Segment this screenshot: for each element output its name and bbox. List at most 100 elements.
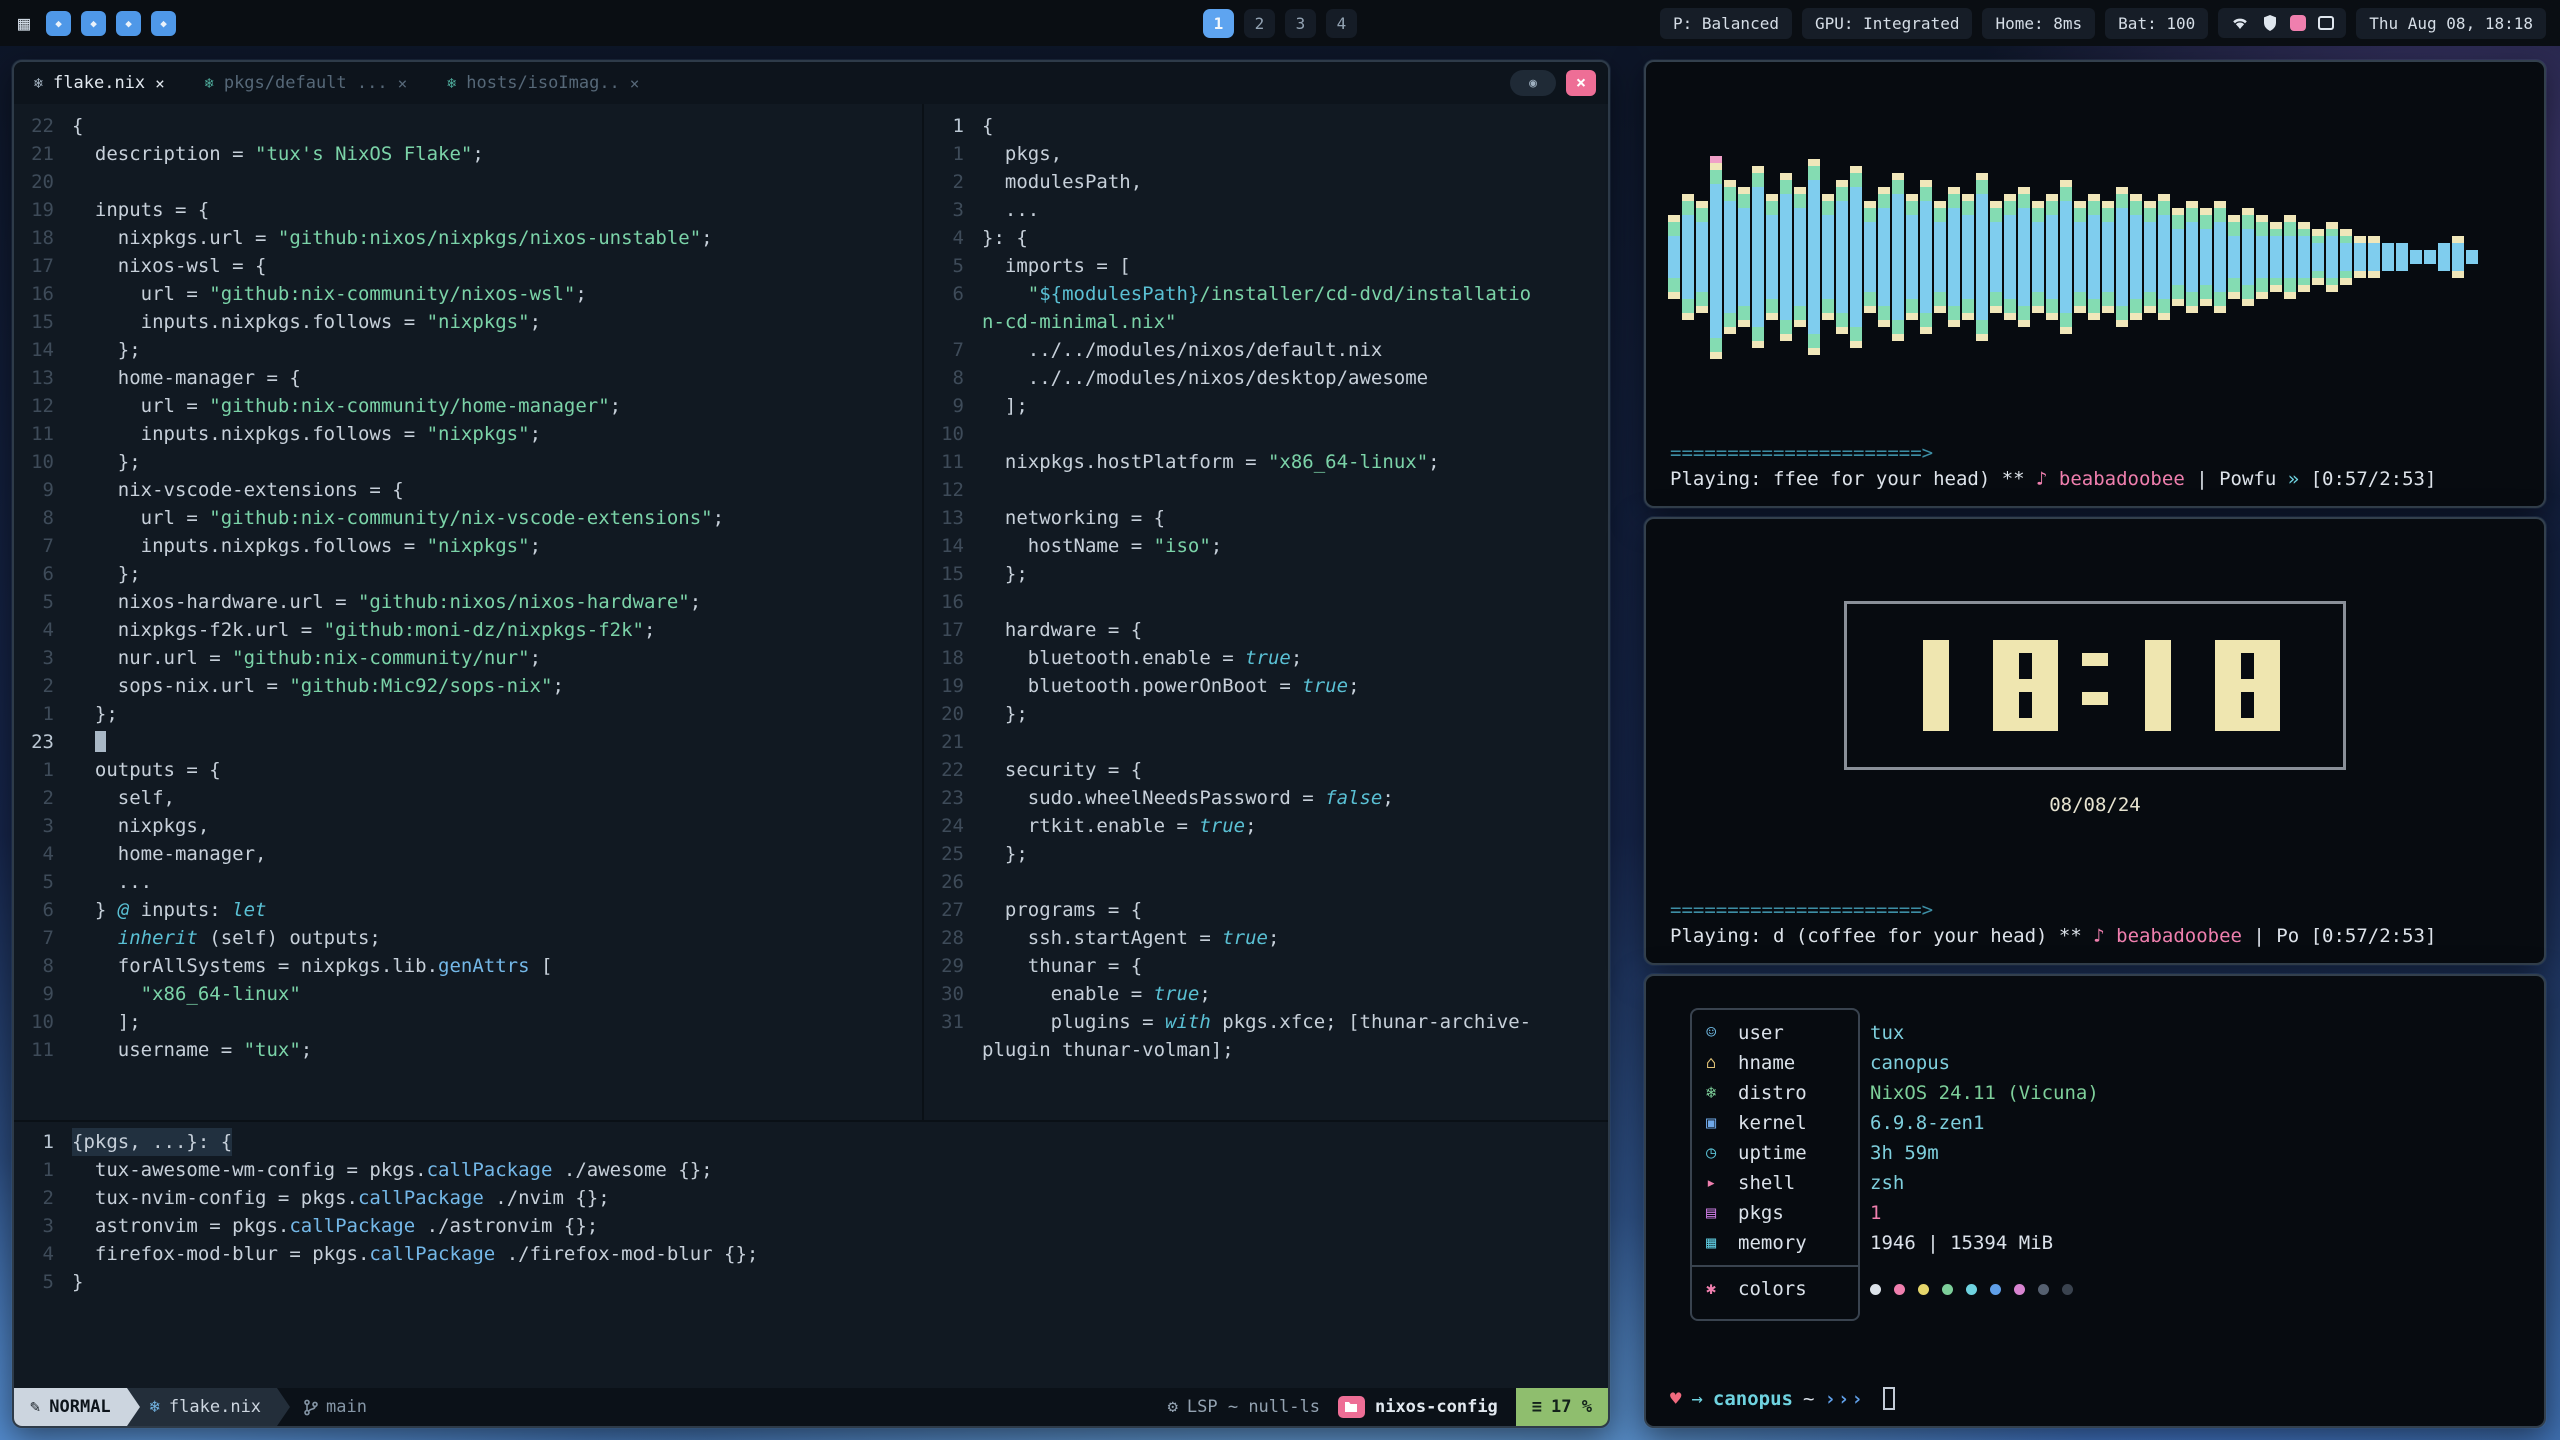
line-number: 12 [924, 476, 982, 504]
color-dot [1894, 1284, 1905, 1295]
line-number: 27 [924, 896, 982, 924]
tab-flake-nix[interactable]: ❄ flake.nix × [14, 62, 185, 104]
line-number: 1 [924, 140, 982, 168]
code-line: 4}: { [924, 224, 1608, 252]
fetch-label: distro [1738, 1082, 1807, 1104]
code-line: 14 }; [14, 336, 922, 364]
visualizer-bar [1836, 180, 1848, 334]
scroll-percent: 17 % [1551, 1397, 1592, 1417]
status-chip[interactable]: GPU: Integrated [1802, 8, 1973, 39]
workspace-button-4[interactable]: 4 [1326, 9, 1357, 38]
workspace-button-3[interactable]: 3 [1285, 9, 1316, 38]
code-text: { [982, 112, 993, 140]
clock-date: 08/08/24 [2049, 794, 2141, 816]
tab-close-icon[interactable]: × [398, 74, 408, 93]
line-number: 9 [924, 392, 982, 420]
code-text: tux-nvim-config = pkgs.callPackage ./nvi… [72, 1184, 610, 1212]
status-chip[interactable]: P: Balanced [1660, 8, 1792, 39]
fetch-label: hname [1738, 1052, 1795, 1074]
visualizer-bar [2340, 229, 2352, 285]
line-number: 1 [14, 756, 72, 784]
visualizer-bar [1752, 166, 1764, 348]
line-number: 23 [924, 784, 982, 812]
tag-icon[interactable]: ◆ [81, 11, 106, 36]
code-line: 5 nixos-hardware.url = "github:nixos/nix… [14, 588, 922, 616]
pkgs-default-pane[interactable]: 1{pkgs, ...}: {1 tux-awesome-wm-config =… [14, 1120, 1608, 1388]
code-text: ... [982, 196, 1039, 224]
color-dot [2062, 1284, 2073, 1295]
tag-icon[interactable]: ◆ [116, 11, 141, 36]
tab-close-icon[interactable]: × [155, 74, 165, 93]
code-text: inherit (self) outputs; [72, 924, 381, 952]
close-button[interactable]: × [1566, 70, 1596, 96]
visualizer-bar [1710, 156, 1722, 359]
status-chip[interactable]: Home: 8ms [1982, 8, 2095, 39]
statusline: ✎ NORMAL ❄ flake.nix main ⚙ LSP ~ null-l… [14, 1388, 1608, 1426]
line-number: 2 [14, 672, 72, 700]
fetch-row-memory: ▦memory1946 | 15394 MiB [1692, 1228, 1858, 1258]
code-line: 2 self, [14, 784, 922, 812]
shell-prompt[interactable]: ♥ → canopus ~ ››› [1646, 1387, 2544, 1426]
visualizer-window: ======================> Playing: ffee fo… [1644, 60, 2546, 508]
fetch-row-colors: ✱colors [1692, 1265, 1858, 1311]
app-launcher-icon[interactable]: ▦ [14, 11, 34, 35]
code-text: security = { [982, 756, 1142, 784]
tag-icon[interactable]: ◆ [151, 11, 176, 36]
workspace-button-1[interactable]: 1 [1203, 9, 1234, 38]
tab-pkgs-default[interactable]: ❄ pkgs/default ... × [185, 62, 427, 104]
nix-icon: ❄ [150, 1397, 160, 1417]
line-number: 1 [14, 1128, 72, 1156]
distro-icon: ❄ [1706, 1083, 1738, 1103]
code-text: } @ inputs: let [72, 896, 267, 924]
visualizer-bar [1850, 166, 1862, 348]
powerline-separator [277, 1388, 290, 1426]
fetch-value: zsh [1870, 1172, 1904, 1194]
status-chip[interactable]: Bat: 100 [2105, 8, 2208, 39]
visualizer-bar [1766, 194, 1778, 320]
code-line: 12 [924, 476, 1608, 504]
tray[interactable] [2218, 8, 2346, 38]
code-line: 3 nixpkgs, [14, 812, 922, 840]
visualizer-bar [2158, 194, 2170, 320]
line-number: 28 [924, 924, 982, 952]
workspace-button-2[interactable]: 2 [1244, 9, 1275, 38]
code-text: modulesPath, [982, 168, 1142, 196]
line-number: 21 [14, 140, 72, 168]
visualizer-bar [1794, 187, 1806, 327]
code-line: 11 nixpkgs.hostPlatform = "x86_64-linux"… [924, 448, 1608, 476]
mode-icon: ✎ [30, 1397, 40, 1417]
gear-icon: ⚙ [1168, 1397, 1178, 1417]
visualizer-bar [2354, 236, 2366, 278]
tray-window-icon [2318, 16, 2334, 30]
visualizer-bar [1906, 194, 1918, 320]
line-number: 6 [924, 280, 982, 308]
tag-icon[interactable]: ◆ [46, 11, 71, 36]
code-text: ]; [982, 392, 1028, 420]
color-dot [2014, 1284, 2025, 1295]
visualizer-bar [2102, 201, 2114, 313]
code-line: 17 nixos-wsl = { [14, 252, 922, 280]
tab-label: hosts/isoImag.. [466, 73, 620, 93]
palette-icon: ✱ [1706, 1279, 1738, 1299]
visualizer-bar [2396, 243, 2408, 271]
code-text: "${modulesPath}/installer/cd-dvd/install… [982, 280, 1531, 308]
code-text: inputs.nixpkgs.follows = "nixpkgs"; [72, 532, 541, 560]
flake-nix-pane[interactable]: 22{21 description = "tux's NixOS Flake";… [14, 104, 922, 1120]
code-line: 16 [924, 588, 1608, 616]
code-line: 24 rtkit.enable = true; [924, 812, 1608, 840]
code-line: 17 hardware = { [924, 616, 1608, 644]
tab-hosts-isoimage[interactable]: ❄ hosts/isoImag.. × [427, 62, 659, 104]
top-bar: ▦ ◆ ◆ ◆ ◆ 1234 P: Balanced GPU: Integrated Ho… [0, 0, 2560, 46]
line-number: 31 [924, 1008, 982, 1036]
fetch-row-kernel: ▣kernel6.9.8-zen1 [1692, 1108, 1858, 1138]
line-number: 9 [14, 476, 72, 504]
line-number: 5 [14, 1268, 72, 1296]
code-line: 31 plugins = with pkgs.xfce; [thunar-arc… [924, 1008, 1608, 1036]
clock-chip[interactable]: Thu Aug 08, 18:18 [2356, 8, 2546, 39]
iso-image-pane[interactable]: 1{1 pkgs,2 modulesPath,3 ...4}: {5 impor… [922, 104, 1608, 1120]
pin-button[interactable]: ◉ [1510, 70, 1556, 96]
tab-close-icon[interactable]: × [630, 74, 640, 93]
prompt-chevrons: ››› [1824, 1388, 1864, 1410]
fetch-value: 6.9.8-zen1 [1870, 1112, 1984, 1134]
code-text: hardware = { [982, 616, 1142, 644]
